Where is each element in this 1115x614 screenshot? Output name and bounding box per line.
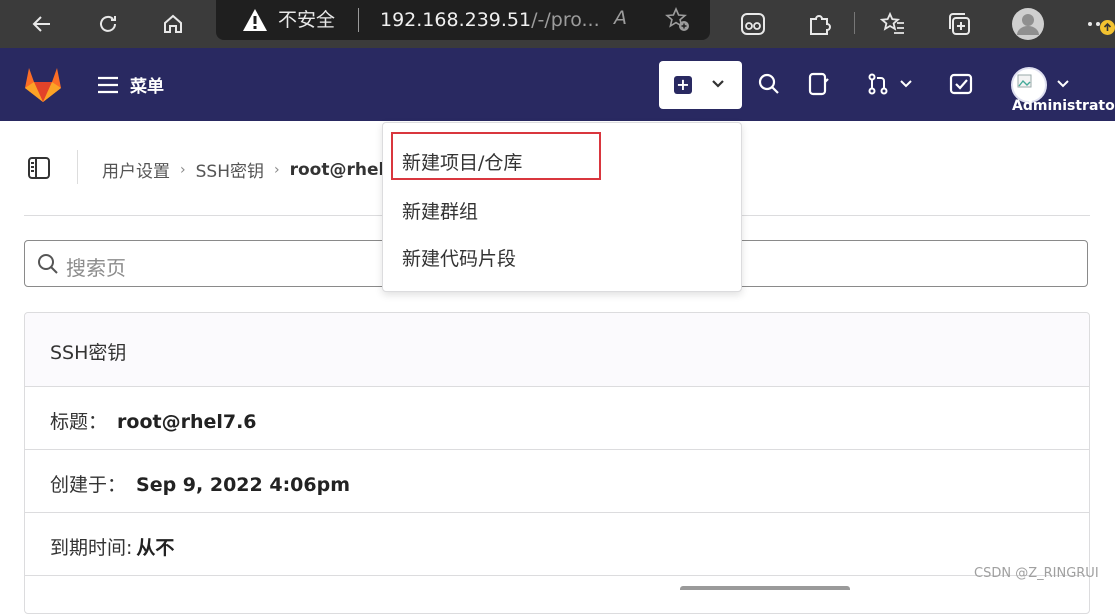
menu-label: 菜单: [130, 77, 164, 97]
profile-icon[interactable]: [1008, 4, 1048, 44]
merge-request-chevron-icon[interactable]: [898, 76, 914, 92]
add-favorite-icon[interactable]: [664, 6, 692, 38]
hamburger-icon: [98, 76, 118, 93]
breadcrumb: 用户设置 › SSH密钥 › root@rhel: [102, 157, 385, 183]
card-header: SSH密钥: [25, 313, 1089, 387]
created-value: Sep 9, 2022 4:06pm: [136, 474, 351, 496]
url-text[interactable]: 192.168.239.51/-/pro...: [380, 8, 600, 32]
back-icon[interactable]: [22, 4, 62, 44]
scroll-indicator[interactable]: [680, 586, 850, 590]
update-badge-icon: [1100, 20, 1115, 35]
search-placeholder: 搜索页: [66, 256, 126, 280]
sidebar-toggle-icon[interactable]: [27, 156, 51, 180]
new-dropdown-button[interactable]: +: [659, 61, 742, 109]
merge-request-icon[interactable]: [866, 72, 890, 96]
ssh-key-title-row: 标题： root@rhel7.6: [25, 387, 1089, 450]
breadcrumb-item-ssh-keys[interactable]: SSH密钥: [196, 157, 264, 182]
address-bar[interactable]: 不安全 192.168.239.51/-/pro... A: [216, 0, 710, 40]
refresh-icon[interactable]: [88, 4, 128, 44]
breadcrumb-chevron-icon: ›: [180, 161, 186, 178]
expires-label: 到期时间:: [50, 537, 133, 559]
puzzle-icon[interactable]: [799, 4, 839, 44]
ssh-key-expires-row: 到期时间: 从不: [25, 513, 1089, 576]
browser-toolbar: 不安全 192.168.239.51/-/pro... A: [0, 0, 1115, 48]
menu-item-new-group[interactable]: 新建群组: [402, 197, 478, 224]
created-label: 创建于：: [50, 474, 127, 496]
warning-icon: [243, 9, 267, 31]
insecure-label: 不安全: [278, 9, 336, 31]
toolbar-divider: [854, 12, 855, 34]
collections-icon[interactable]: [939, 4, 979, 44]
card-title: SSH密钥: [50, 342, 127, 364]
new-dropdown-menu: 新建项目/仓库 新建群组 新建代码片段: [382, 122, 742, 292]
plus-square-icon: +: [674, 76, 692, 94]
menu-item-new-project[interactable]: 新建项目/仓库: [402, 148, 522, 175]
ssh-key-card: SSH密钥 标题： root@rhel7.6 创建于： Sep 9, 2022 4:…: [24, 312, 1090, 614]
user-menu-chevron-icon[interactable]: [1055, 76, 1071, 92]
home-icon[interactable]: [153, 4, 193, 44]
address-divider: [358, 8, 359, 32]
extension-icon[interactable]: [733, 4, 773, 44]
title-value: root@rhel7.6: [117, 411, 257, 433]
issues-icon[interactable]: [807, 72, 831, 96]
expires-value: 从不: [136, 537, 175, 559]
watermark: CSDN @Z_RINGRUI: [974, 566, 1099, 581]
search-icon[interactable]: [757, 72, 781, 96]
breadcrumb-divider: [77, 150, 78, 184]
todo-icon[interactable]: [949, 72, 973, 96]
breadcrumb-item-user-settings[interactable]: 用户设置: [102, 157, 170, 182]
ssh-key-created-row: 创建于： Sep 9, 2022 4:06pm: [25, 450, 1089, 513]
title-label: 标题：: [50, 411, 108, 433]
url-path: /-/pro...: [531, 9, 600, 31]
broken-image-icon: [1017, 74, 1032, 88]
search-icon: [38, 254, 58, 274]
user-name: Administrato: [1012, 98, 1115, 114]
chevron-down-icon: [712, 80, 724, 88]
breadcrumb-chevron-icon: ›: [273, 161, 280, 178]
url-host: 192.168.239.51: [380, 9, 532, 31]
breadcrumb-current[interactable]: root@rhel: [290, 160, 385, 180]
gitlab-logo-icon[interactable]: [23, 65, 63, 107]
gitlab-top-nav: 菜单 + Administrato: [0, 48, 1115, 121]
favorites-icon[interactable]: [873, 4, 913, 44]
menu-item-new-snippet[interactable]: 新建代码片段: [402, 244, 516, 271]
main-menu-button[interactable]: 菜单: [96, 72, 164, 97]
read-aloud-icon[interactable]: A: [614, 7, 627, 29]
